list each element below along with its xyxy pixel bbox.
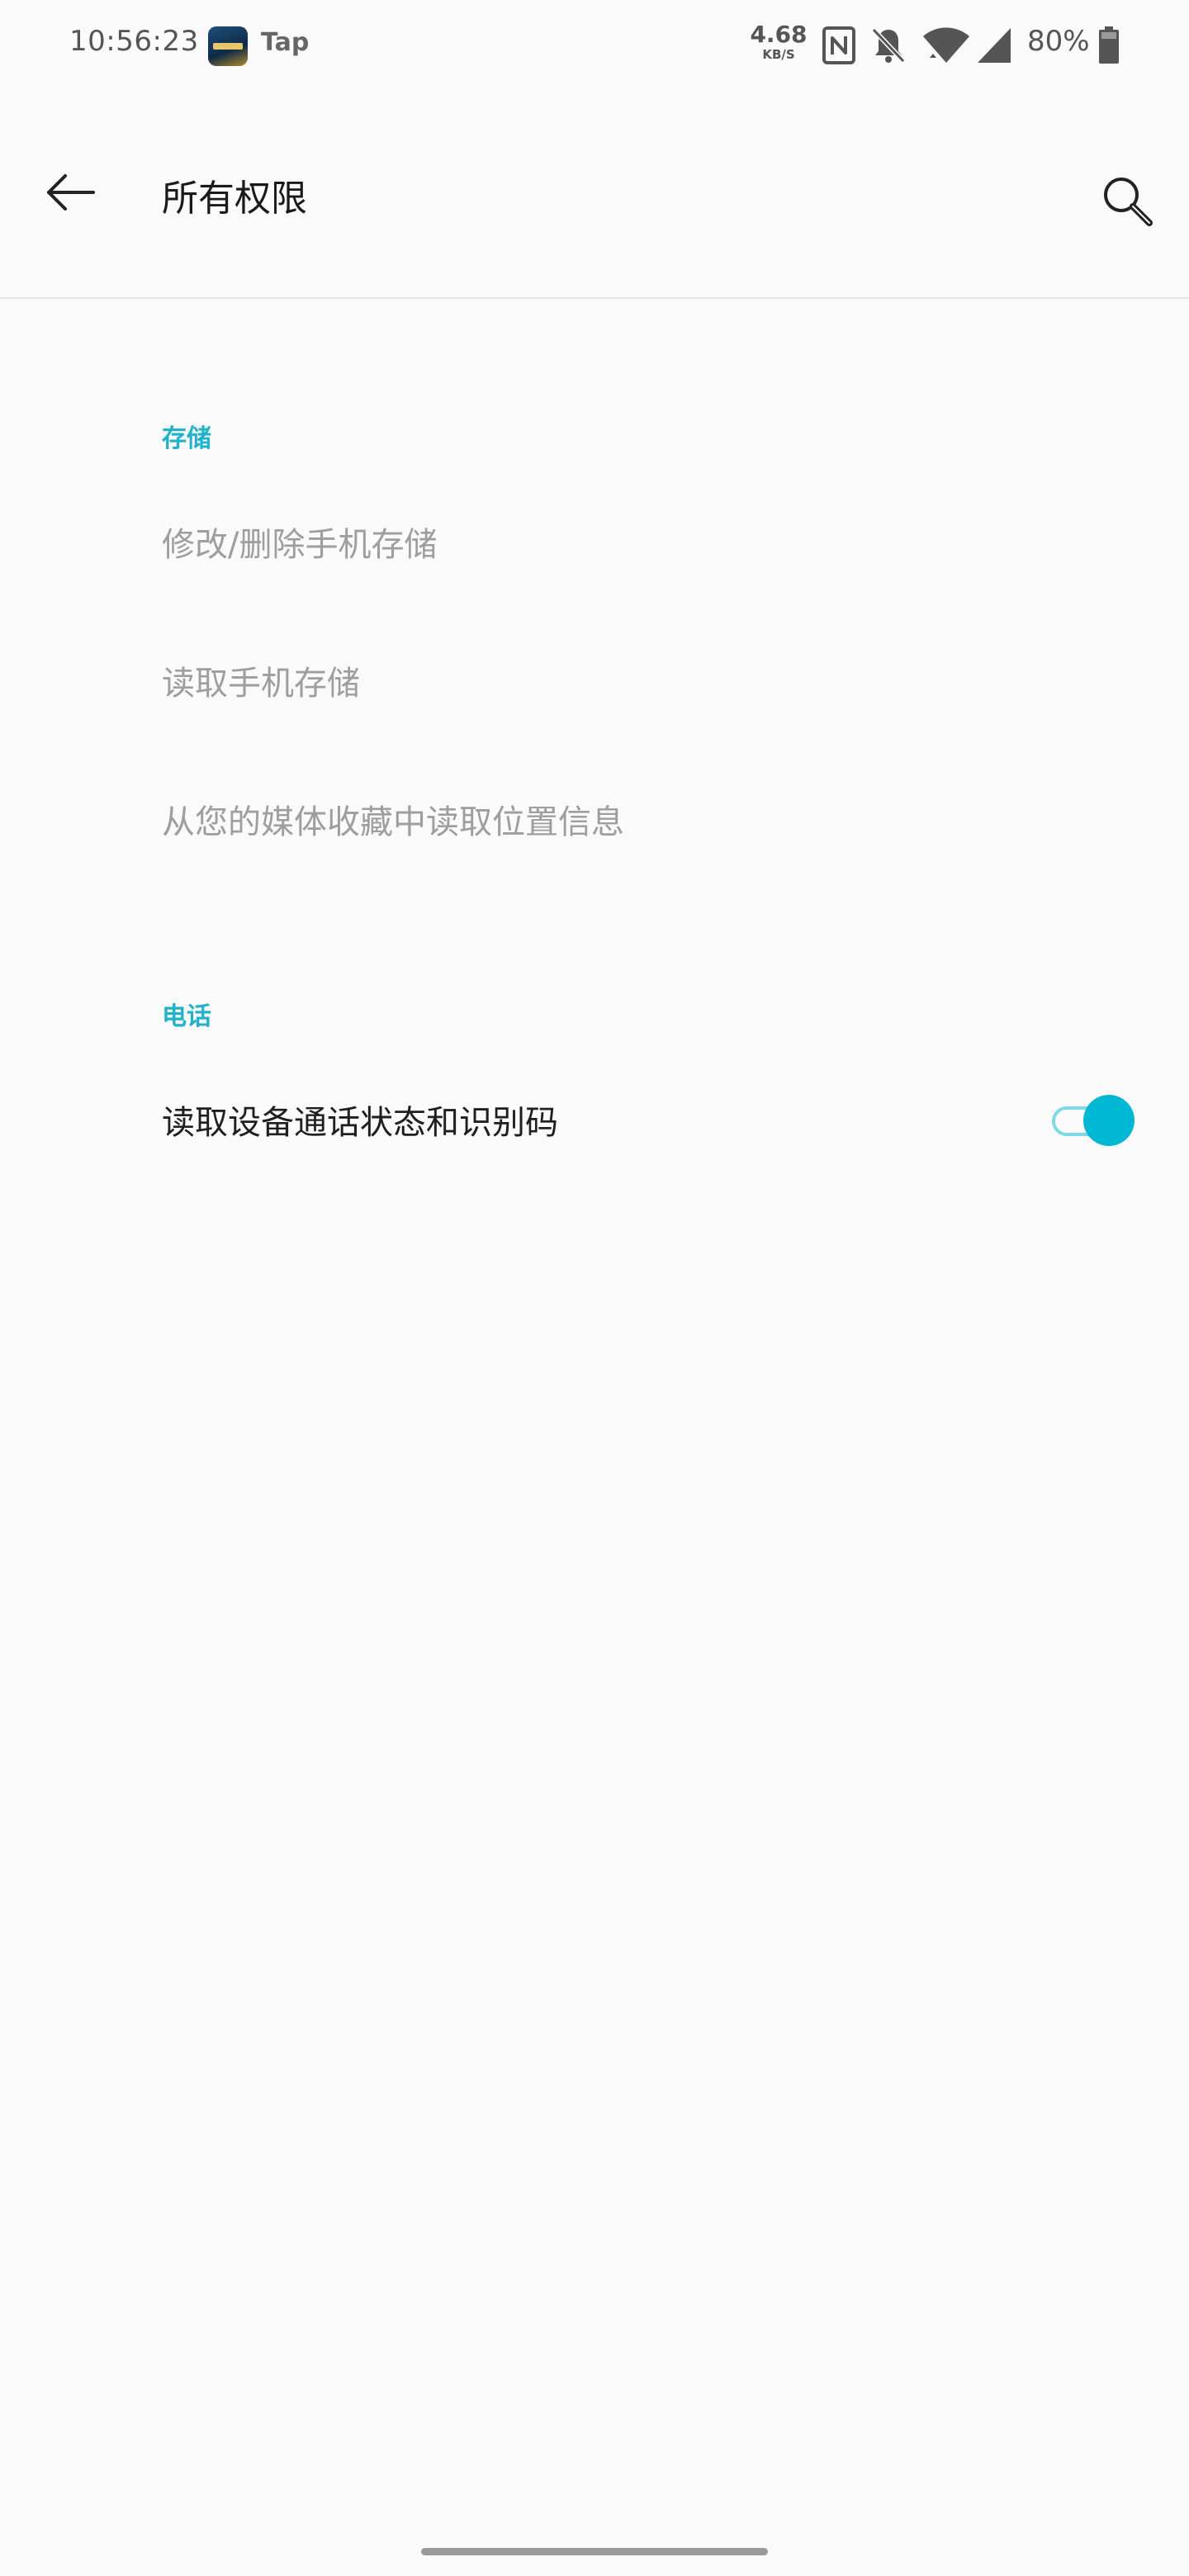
- notification-label: Tap: [261, 28, 310, 57]
- wifi-icon: [923, 27, 969, 63]
- permission-label: 修改/删除手机存储: [162, 526, 438, 564]
- permission-item-modify-storage[interactable]: 修改/删除手机存储: [0, 472, 1189, 611]
- network-speed-value: 4.68: [750, 21, 808, 48]
- permission-item-phone-state[interactable]: 读取设备通话状态和识别码: [0, 1050, 1189, 1189]
- permission-label: 读取设备通话状态和识别码: [162, 1104, 558, 1142]
- permission-label: 从您的媒体收藏中读取位置信息: [162, 803, 624, 841]
- gesture-navigation-bar[interactable]: [421, 2548, 768, 2555]
- cellular-signal-icon: [978, 28, 1011, 63]
- phone-state-toggle[interactable]: [1049, 1093, 1139, 1146]
- app-bar: 所有权限: [0, 92, 1189, 299]
- back-button[interactable]: [33, 155, 107, 230]
- status-bar: 10:56:23 Tap 4.68 KB/S 80%: [0, 0, 1189, 92]
- permissions-screen: 10:56:23 Tap 4.68 KB/S 80% 所有权限 存储 修改/删除…: [0, 0, 1189, 2576]
- permission-item-read-storage[interactable]: 读取手机存储: [0, 611, 1189, 750]
- page-title: 所有权限: [162, 178, 307, 220]
- app-notification-icon: [208, 26, 248, 66]
- battery-icon: [1099, 26, 1119, 64]
- network-speed: 4.68 KB/S: [750, 23, 808, 61]
- permission-item-media-location[interactable]: 从您的媒体收藏中读取位置信息: [0, 750, 1189, 888]
- search-button[interactable]: [1090, 163, 1164, 238]
- search-icon: [1104, 178, 1153, 226]
- status-time: 10:56:23: [69, 25, 199, 58]
- permission-label: 读取手机存储: [162, 665, 360, 703]
- section-header-storage: 存储: [162, 424, 211, 453]
- bell-off-icon: [871, 27, 906, 64]
- toggle-thumb: [1083, 1095, 1135, 1146]
- section-header-phone: 电话: [162, 1002, 211, 1031]
- back-arrow-icon: [47, 174, 95, 211]
- network-speed-unit: KB/S: [762, 47, 795, 62]
- nfc-icon: [822, 26, 855, 64]
- battery-percent: 80%: [1027, 25, 1090, 58]
